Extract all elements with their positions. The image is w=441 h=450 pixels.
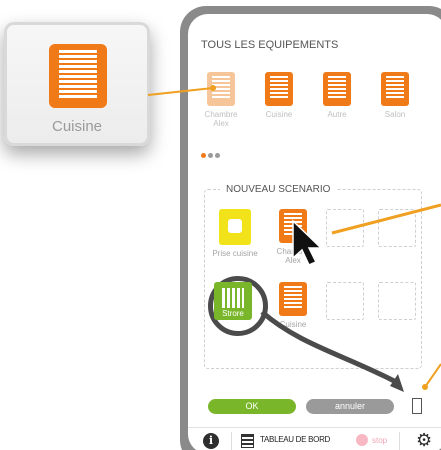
scenario-item-prise-cuisine[interactable]: Prise cuisine [212,209,258,258]
empty-slot[interactable] [326,209,364,247]
equipement-label: Chambre Alex [204,110,238,128]
equipement-autre[interactable]: Autre [314,72,360,119]
equipement-chambre-alex[interactable]: Chambre Alex [198,72,244,128]
equipement-label: Cuisine [265,110,293,119]
blinds-icon [279,282,307,316]
equipements-title: TOUS LES EQUIPEMENTS [201,39,339,51]
pager-dot[interactable] [215,153,220,158]
empty-slot[interactable] [326,282,364,320]
stop-label[interactable]: stop [372,436,387,445]
plug-icon [219,209,251,245]
trash-icon[interactable] [412,398,422,414]
pager-dots[interactable] [201,150,222,160]
pager-dot-active[interactable] [201,153,206,158]
pager-dot[interactable] [208,153,213,158]
info-icon[interactable]: i [203,433,219,449]
empty-slot[interactable] [378,282,416,320]
divider [231,432,232,450]
divider [399,432,400,450]
callout-label: Cuisine [51,118,103,135]
equipement-label: Salon [384,110,406,119]
equipement-label: Autre [327,110,347,119]
blinds-icon [279,209,307,243]
scenario-item-cuisine[interactable]: Cuisine [270,282,316,329]
equipement-salon[interactable]: Salon [372,72,418,119]
scenario-title: NOUVEAU SCENARIO [220,184,337,195]
scenario-item-chambre-alex[interactable]: Chambre Alex [270,209,316,265]
ok-button[interactable]: OK [208,399,296,414]
scenario-item-label: Cuisine [279,320,307,329]
cancel-button[interactable]: annuler [306,399,394,414]
stop-icon[interactable] [356,434,368,446]
blinds-icon [49,44,107,108]
app-screen: TOUS LES EQUIPEMENTS Chambre Alex Cuisin… [188,14,441,450]
awning-icon [222,288,244,308]
dashboard-label[interactable]: TABLEAU DE BORD [260,435,330,444]
blinds-icon [207,72,235,106]
blinds-icon [265,72,293,106]
blinds-icon [323,72,351,106]
scenario-item-label: Strore [222,309,244,318]
tablet-frame: TOUS LES EQUIPEMENTS Chambre Alex Cuisin… [180,6,441,450]
gear-icon[interactable]: ⚙ [416,430,432,450]
equipement-cuisine[interactable]: Cuisine [256,72,302,119]
scenario-item-label: Chambre Alex [276,247,310,265]
scenario-item-label: Prise cuisine [212,249,258,258]
blinds-icon [381,72,409,106]
empty-slot[interactable] [378,209,416,247]
zoom-callout: Cuisine [4,22,150,146]
scenario-item-strore[interactable]: Strore [214,282,252,320]
dashboard-icon[interactable] [241,434,254,448]
bottom-bar: i TABLEAU DE BORD stop ⚙ [188,427,441,450]
